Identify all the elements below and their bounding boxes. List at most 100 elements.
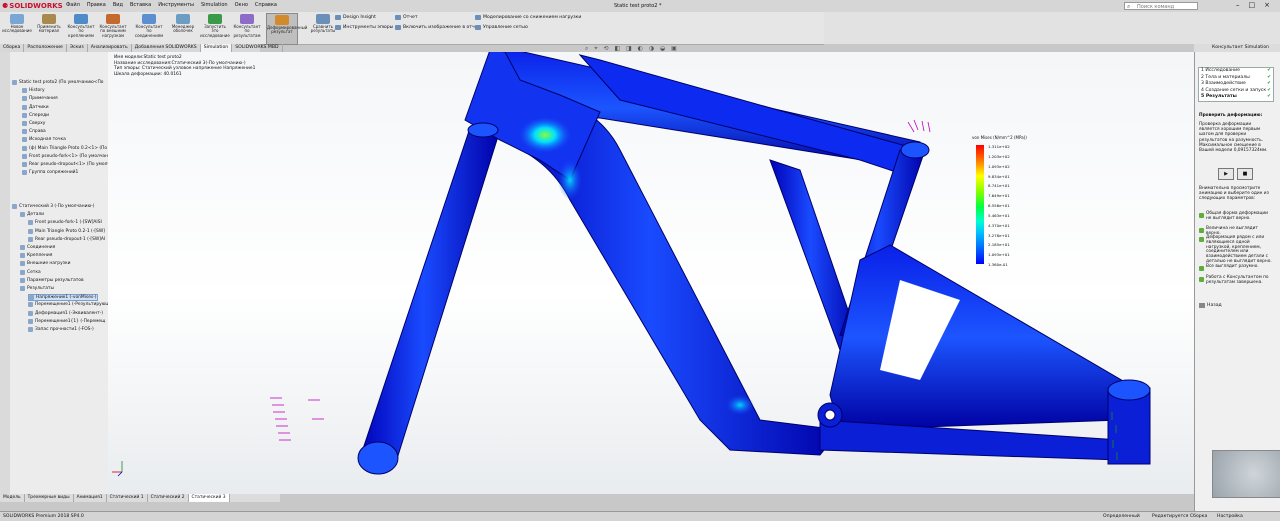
- tree-item[interactable]: Static test proto2 (По умолчанию<По: [12, 80, 103, 85]
- study-tree-item[interactable]: Статический 3 (-По умолчанию-): [12, 204, 94, 209]
- ribbon-button[interactable]: Деформированный результат: [266, 13, 307, 45]
- legend-tick: 6.556e+01: [988, 203, 1010, 208]
- menu-item[interactable]: Файл: [66, 2, 80, 8]
- study-tree-item[interactable]: Деформация1 (-Эквивалент-): [28, 310, 103, 316]
- study-tree-item[interactable]: Напряжение1 (-vonMises-): [28, 294, 98, 302]
- tree-item-label: History: [29, 88, 45, 94]
- ribbon-button[interactable]: Запустить это исследование: [200, 13, 230, 43]
- play-icon[interactable]: ▶: [1218, 168, 1234, 180]
- advisor-step[interactable]: 1 Исследование ✔: [1199, 68, 1273, 75]
- study-tree-item[interactable]: Rear pseudo-dropout-1 (-[SW]AI: [28, 236, 105, 242]
- study-tree-icon: [28, 302, 33, 308]
- graphics-area[interactable]: [108, 52, 1194, 494]
- close-icon[interactable]: ×: [1264, 1, 1270, 9]
- study-tree-item[interactable]: Детали: [20, 212, 44, 218]
- advisor-option[interactable]: Работа с Консультантом по результатам за…: [1199, 275, 1273, 286]
- ribbon-button[interactable]: Применить материал: [34, 13, 64, 43]
- study-tree-item[interactable]: Соединения: [20, 245, 55, 250]
- tree-item[interactable]: Спереди: [22, 112, 49, 118]
- ribbon-button[interactable]: Новое исследование: [2, 13, 32, 43]
- study-tree-item[interactable]: Перемещение1 (-Результирующ: [28, 302, 110, 308]
- study-tree-item[interactable]: Параметры результатов: [20, 277, 84, 283]
- menu-item[interactable]: Инструменты: [158, 2, 194, 8]
- study-tree-item[interactable]: Крепления: [20, 253, 52, 259]
- tab[interactable]: Эскиз: [67, 44, 88, 52]
- study-tree-icon: [12, 204, 17, 209]
- study-tree-item[interactable]: Перемещение1{1} (-Перемещ: [28, 318, 105, 324]
- tree-item[interactable]: (ф) Main Triangle Proto 0.2<1> (По: [22, 145, 107, 151]
- study-tree-item[interactable]: Запас прочности1 (-FOS-): [28, 327, 94, 332]
- menu-item[interactable]: Окно: [235, 2, 248, 8]
- study-tab[interactable]: Статический 3: [188, 494, 230, 502]
- ribbon-small-button[interactable]: Инструменты эпюры: [335, 25, 393, 30]
- search-placeholder: Поиск команд: [1137, 4, 1175, 10]
- dropout-cap: [1107, 379, 1151, 401]
- tree-item[interactable]: Сверху: [22, 121, 45, 126]
- ribbon-small-button[interactable]: Управление сетью: [475, 25, 528, 30]
- tree-item[interactable]: Датчики: [22, 104, 49, 110]
- study-tree-item[interactable]: Внешние нагрузки: [20, 261, 71, 267]
- tab[interactable]: Анализировать: [88, 44, 132, 52]
- heads-up-view-toolbar[interactable]: ⌕ ⌖ ⟲ ◧ ◨ ◐ ◑ ◒ ▣: [585, 45, 679, 53]
- option-arrow-icon: [1199, 236, 1204, 242]
- back-button[interactable]: Назад: [1199, 303, 1222, 308]
- ribbon-button[interactable]: Консультант по соединениям: [134, 13, 164, 43]
- tab[interactable]: Расположение: [24, 44, 67, 52]
- menu-item[interactable]: Вид: [113, 2, 123, 8]
- menu-item[interactable]: Справка: [255, 2, 277, 8]
- ribbon-button[interactable]: Консультант по креплениям: [66, 13, 96, 43]
- study-tree-item[interactable]: Front pseudo-fork-1 (-[SW]AISI: [28, 220, 102, 226]
- advisor-option[interactable]: Деформация рядом с или являющиеся одной …: [1199, 235, 1273, 265]
- legend-tick: 4.370e+01: [988, 222, 1010, 228]
- tree-item[interactable]: Группа сопряжений1: [22, 170, 78, 176]
- menu-item[interactable]: Simulation: [201, 2, 228, 8]
- advisor-step-num: 1: [1201, 68, 1204, 73]
- ribbon-button-icon: [42, 14, 56, 24]
- chainstay: [829, 244, 1131, 431]
- tree-item[interactable]: Примечания: [22, 96, 58, 102]
- tree-item-label: Static test proto2 (По умолчанию<По: [19, 80, 104, 85]
- tree-item[interactable]: Справа: [22, 129, 46, 135]
- ribbon-button[interactable]: Сравнить результаты: [308, 13, 338, 43]
- ribbon-small-icon: [335, 25, 341, 30]
- search-input[interactable]: ⌕ Поиск команд: [1124, 2, 1198, 10]
- advisor-option[interactable]: Общая форма деформации не выглядит верно…: [1199, 211, 1273, 222]
- tab[interactable]: SOLIDWORKS MBD: [232, 44, 283, 52]
- tree-item[interactable]: History: [22, 88, 45, 94]
- ribbon-small-button[interactable]: Включить изображение в отчет: [395, 25, 480, 30]
- tree-item[interactable]: Исходная точка: [22, 137, 66, 143]
- maximize-icon[interactable]: □: [1249, 1, 1256, 9]
- ribbon-small-button[interactable]: Моделирование со снижением нагрузки: [475, 15, 581, 20]
- ribbon-button[interactable]: Консультант по внешним нагрузкам: [98, 13, 128, 43]
- study-tree-item[interactable]: Результаты: [20, 286, 54, 291]
- ribbon-small-button[interactable]: Design Insight: [335, 15, 376, 20]
- advisor-option[interactable]: Все выглядит разумно.: [1199, 264, 1273, 271]
- ribbon-button[interactable]: Менеджер оболочек: [168, 13, 198, 43]
- tree-item[interactable]: Rear pseudo-dropout<1> (По умолча: [22, 162, 113, 167]
- ribbon-small-label: Инструменты эпюры: [343, 25, 394, 30]
- status-custom[interactable]: Настройка: [1217, 514, 1243, 519]
- study-tab[interactable]: Статический 1: [107, 494, 148, 502]
- tree-item[interactable]: Front pseudo-fork<1> (По умолчан: [22, 153, 108, 159]
- tab[interactable]: Simulation: [200, 44, 233, 52]
- ribbon-button-icon: [316, 14, 330, 24]
- study-tab[interactable]: Анимация1: [74, 494, 107, 502]
- tab[interactable]: Сборка: [0, 44, 25, 52]
- study-tree-icon: [28, 318, 33, 324]
- tab[interactable]: Добавления SOLIDWORKS: [132, 44, 201, 52]
- advisor-step[interactable]: 5 Результаты ✔: [1199, 94, 1273, 101]
- study-tree-icon: [28, 228, 33, 234]
- study-tab[interactable]: Модель: [0, 494, 25, 502]
- menu-item[interactable]: Правка: [87, 2, 106, 8]
- minimize-icon[interactable]: –: [1236, 1, 1240, 9]
- advisor-step[interactable]: 3 Взаимодействие ✔: [1199, 81, 1273, 88]
- study-tab[interactable]: Статический 2: [148, 494, 189, 502]
- ribbon-small-button[interactable]: Отчет: [395, 15, 418, 20]
- study-tree-item[interactable]: Main Triangle Proto 0.2-1 (-[SW]: [28, 228, 105, 234]
- ribbon-button[interactable]: Консультант по результатам: [232, 13, 262, 43]
- study-tab[interactable]: Трехмерные виды: [25, 494, 74, 502]
- menu-item[interactable]: Вставка: [130, 2, 151, 8]
- stop-icon[interactable]: ■: [1237, 168, 1253, 180]
- study-tree-item[interactable]: Сетка: [20, 269, 41, 275]
- left-icon-strip: [0, 52, 10, 495]
